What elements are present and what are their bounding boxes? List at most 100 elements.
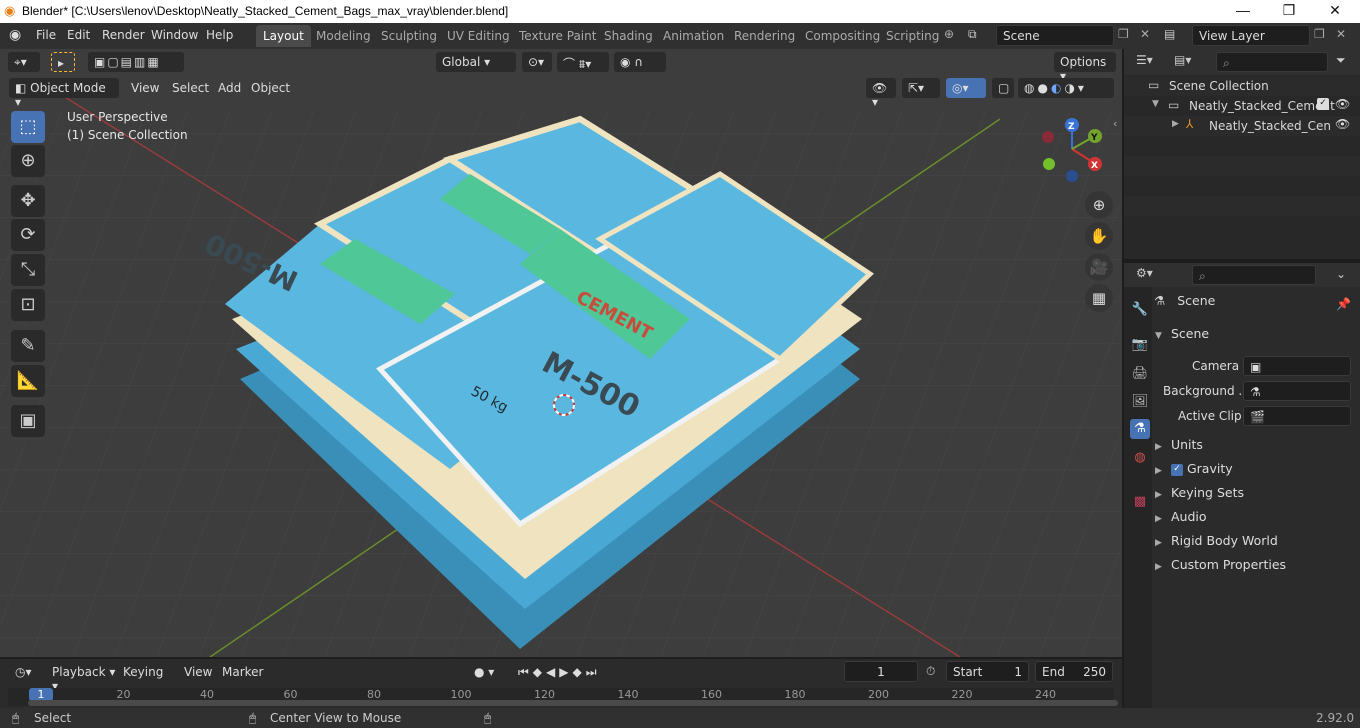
timer-icon[interactable]: ⏱ xyxy=(926,664,935,679)
tab-compositing[interactable]: Compositing xyxy=(798,25,887,47)
background-scene-field[interactable]: ⚗ xyxy=(1243,381,1351,401)
menu-keying[interactable]: Keying xyxy=(123,665,163,679)
texture-tab-icon[interactable]: ▩ xyxy=(1130,492,1150,512)
tab-texture-paint[interactable]: Texture Paint xyxy=(512,25,603,47)
gizmo-toggle-icon[interactable]: ⇱▾ xyxy=(902,78,940,98)
gravity-checkbox[interactable]: ✓ xyxy=(1170,463,1183,476)
tab-uv-editing[interactable]: UV Editing xyxy=(440,25,517,47)
new-scene-icon[interactable]: ❐ xyxy=(1118,27,1129,41)
3d-viewport[interactable]: M-500 50 kg CEMENT M-500 Z Y X ⌖▾ ▸ ▣▢▤▥… xyxy=(0,49,1122,657)
filter-icon[interactable]: ⏷ xyxy=(1336,53,1346,68)
audio-panel-header[interactable]: ▶ Audio xyxy=(1155,509,1355,531)
expand-arrow-icon[interactable]: ▼ xyxy=(1152,99,1159,109)
menu-help[interactable]: Help xyxy=(206,28,233,42)
add-workspace-icon[interactable]: ⊕ xyxy=(944,27,954,41)
custom-properties-panel-header[interactable]: ▶ Custom Properties xyxy=(1155,557,1355,579)
menu-file[interactable]: File xyxy=(36,28,56,42)
delete-scene-icon[interactable]: ✕ xyxy=(1140,27,1150,41)
snap-toggle-icon[interactable]: ⌒ ⩩▾ xyxy=(557,52,609,72)
viewport-menu-select[interactable]: Select xyxy=(166,78,209,98)
tab-shading[interactable]: Shading xyxy=(597,25,660,47)
cursor-tool-icon[interactable]: ⊕ xyxy=(11,145,45,177)
tab-modeling[interactable]: Modeling xyxy=(309,25,378,47)
outliner-row-object[interactable]: ▶ ⅄ Neatly_Stacked_Cen 👁 xyxy=(1124,116,1360,136)
delete-view-layer-icon[interactable]: ✕ xyxy=(1336,27,1346,41)
timeline-menu-marker[interactable]: Marker xyxy=(216,662,266,682)
timeline-menu-view[interactable]: View xyxy=(178,662,214,682)
xray-toggle-icon[interactable]: ▢ xyxy=(992,78,1014,98)
measure-tool-icon[interactable]: 📐 xyxy=(11,365,45,397)
pin-icon[interactable]: 📌 xyxy=(1336,297,1351,311)
current-frame-field[interactable]: 1 xyxy=(844,661,918,682)
scene-panel-header[interactable]: ▼ Scene xyxy=(1155,326,1355,348)
annotate-tool-icon[interactable]: ✎ xyxy=(11,330,45,362)
zoom-icon[interactable]: ⊕ xyxy=(1085,191,1113,219)
overlay-toggle-icon[interactable]: ◎▾ xyxy=(946,78,986,98)
eye-icon[interactable]: 👁 xyxy=(1335,97,1350,111)
tab-layout[interactable]: Layout xyxy=(256,25,311,47)
maximize-button[interactable]: ❐ xyxy=(1266,2,1312,20)
visibility-icon[interactable]: 👁▾ xyxy=(866,78,896,109)
select-box-tool-icon[interactable]: ▸ xyxy=(51,52,75,72)
new-view-layer-icon[interactable]: ❐ xyxy=(1314,27,1325,41)
camera-view-icon[interactable]: 🎥 xyxy=(1085,253,1113,281)
view-layer-selector[interactable]: View Layer xyxy=(1192,25,1310,46)
camera-field[interactable]: ▣ xyxy=(1243,356,1351,376)
tool-tab-icon[interactable]: 🔧 xyxy=(1130,300,1150,320)
close-button[interactable]: ✕ xyxy=(1312,2,1358,20)
transform-orientation-select[interactable]: Global ▾ xyxy=(436,52,516,72)
scale-tool-icon[interactable]: ⤡ xyxy=(11,254,45,286)
active-clip-field[interactable]: 🎬 xyxy=(1243,406,1351,426)
pan-hand-icon[interactable]: ✋ xyxy=(1085,222,1113,250)
tab-rendering[interactable]: Rendering xyxy=(727,25,802,47)
units-panel-header[interactable]: ▶ Units xyxy=(1155,437,1355,459)
menu-window[interactable]: Window xyxy=(151,28,198,42)
outliner-row-collection[interactable]: ▼ ▭ Neatly_Stacked_Cement ✓ 👁 xyxy=(1124,96,1360,116)
timeline-ruler[interactable]: 1 20 40 60 80 100 120 140 160 180 200 220 240 xyxy=(8,688,1118,706)
menu-playback[interactable]: Playback xyxy=(52,665,106,679)
scene-icon[interactable]: ⧉ xyxy=(968,27,977,42)
selection-mode-buttons[interactable]: ▣▢▤▥▦ xyxy=(88,52,184,72)
outliner-search-input[interactable]: ⌕ xyxy=(1216,52,1328,72)
scene-selector[interactable]: Scene xyxy=(996,25,1114,46)
auto-keying-icon[interactable]: ● ▾ xyxy=(468,662,506,682)
tab-animation[interactable]: Animation xyxy=(656,25,731,47)
sidebar-toggle-icon[interactable]: ‹ xyxy=(1113,117,1117,130)
display-mode-icon[interactable]: ▤▾ xyxy=(1174,53,1191,67)
select-tool-icon[interactable]: ⬚ xyxy=(11,111,45,143)
scene-tab-icon[interactable]: ⚗ xyxy=(1130,419,1150,439)
mode-select[interactable]: ◧ Object Mode ▾ xyxy=(9,78,119,109)
keying-sets-panel-header[interactable]: ▶ Keying Sets xyxy=(1155,485,1355,507)
menu-edit[interactable]: Edit xyxy=(67,28,90,42)
minimize-button[interactable]: — xyxy=(1220,2,1266,20)
outliner-editor-type-icon[interactable]: ☰▾ xyxy=(1136,53,1153,67)
viewport-menu-view[interactable]: View xyxy=(125,78,161,98)
properties-options-icon[interactable]: ⌄ xyxy=(1336,267,1346,281)
world-tab-icon[interactable]: ◍ xyxy=(1130,448,1150,468)
tab-sculpting[interactable]: Sculpting xyxy=(374,25,444,47)
tab-scripting[interactable]: Scripting xyxy=(879,25,946,47)
playback-controls[interactable]: ⏮◆◀▶◆⏭ xyxy=(512,662,632,682)
shading-mode-buttons[interactable]: ◍●◐◑▾ xyxy=(1018,78,1114,98)
render-tab-icon[interactable]: 📷 xyxy=(1130,335,1150,355)
rigid-body-world-panel-header[interactable]: ▶ Rigid Body World xyxy=(1155,533,1355,555)
expand-arrow-icon[interactable]: ▶ xyxy=(1172,119,1179,129)
timeline-scrollbar[interactable] xyxy=(28,700,1118,706)
timeline-editor-type-icon[interactable]: ◷▾ xyxy=(9,662,39,682)
blender-menu-icon[interactable]: ◉ xyxy=(9,27,21,43)
start-frame-field[interactable]: Start 1 xyxy=(946,661,1029,682)
move-tool-icon[interactable]: ✥ xyxy=(11,185,45,217)
view-layer-tab-icon[interactable]: 🖼 xyxy=(1130,392,1150,412)
output-tab-icon[interactable]: 🖨 xyxy=(1130,364,1150,384)
proportional-edit-icon[interactable]: ◉ ∩ xyxy=(614,52,666,72)
viewport-menu-add[interactable]: Add xyxy=(212,78,242,98)
view-layer-icon[interactable]: ▤ xyxy=(1164,27,1175,41)
properties-search-input[interactable]: ⌕ xyxy=(1192,265,1316,285)
eye-icon[interactable]: 👁 xyxy=(1335,117,1350,131)
editor-type-button[interactable]: ⌖▾ xyxy=(8,52,40,72)
exclude-checkbox[interactable]: ✓ xyxy=(1317,98,1329,110)
transform-tool-icon[interactable]: ⊡ xyxy=(11,289,45,321)
end-frame-field[interactable]: End 250 xyxy=(1035,661,1113,682)
add-cube-tool-icon[interactable]: ▣ xyxy=(11,405,45,437)
rotate-tool-icon[interactable]: ⟳ xyxy=(11,219,45,251)
